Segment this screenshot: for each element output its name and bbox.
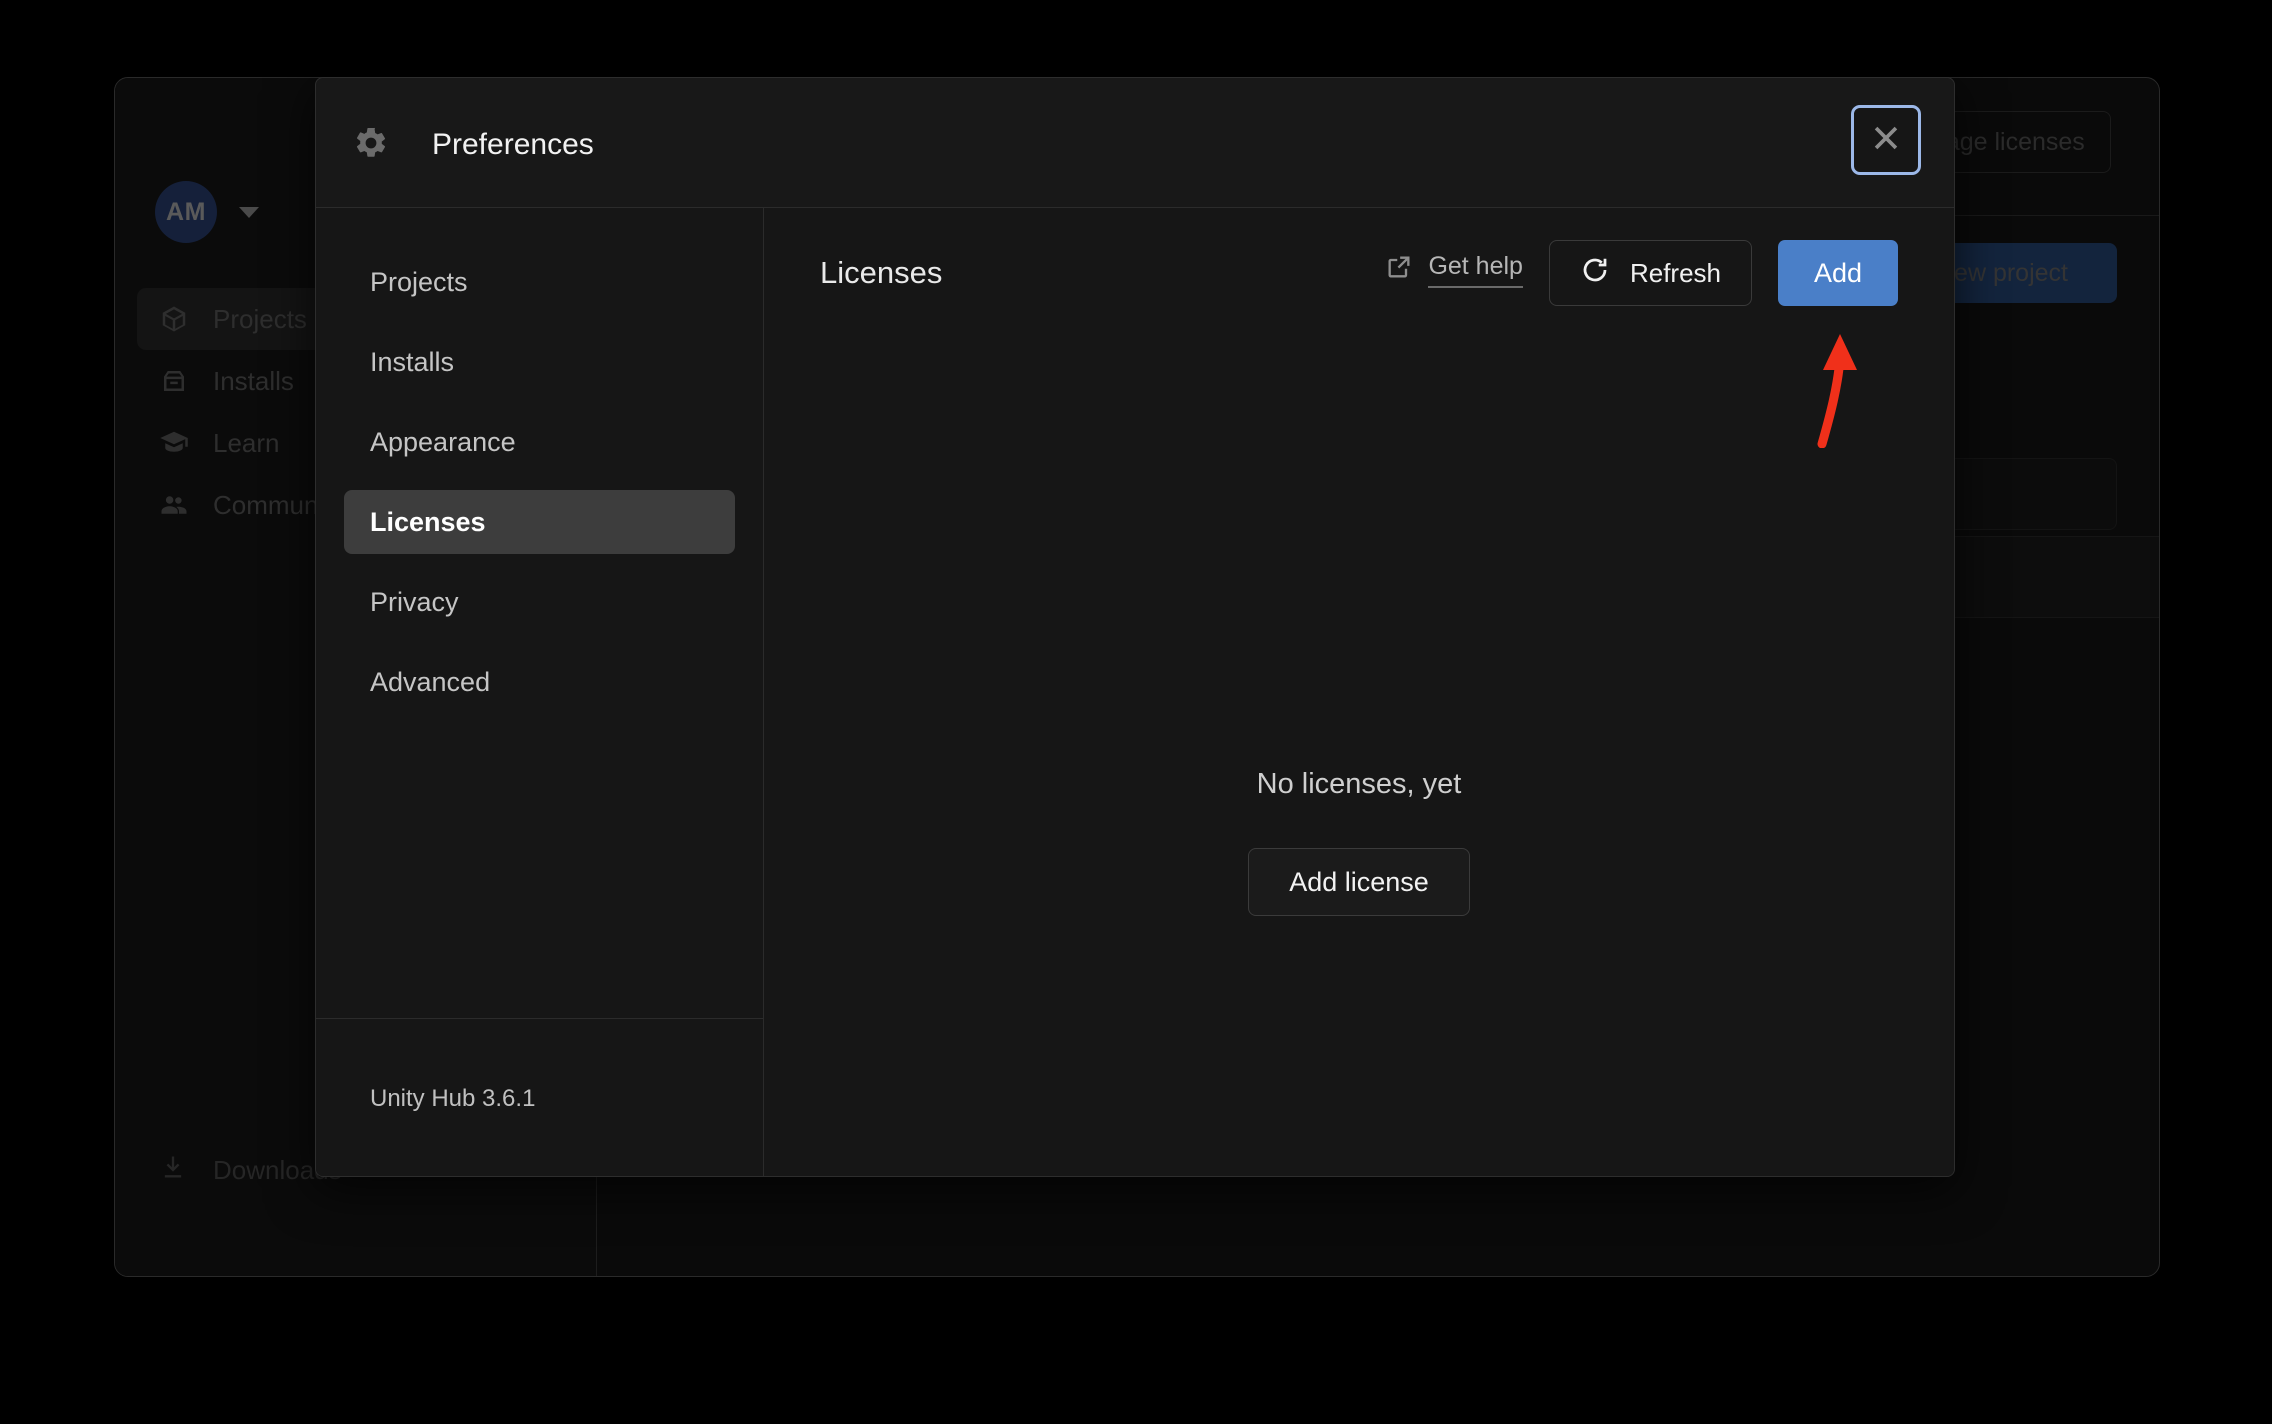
page-title: Licenses xyxy=(820,255,942,291)
graduation-cap-icon xyxy=(159,428,189,458)
download-icon xyxy=(159,1153,187,1188)
dialog-header: Preferences xyxy=(316,78,1954,208)
pref-tab-licenses[interactable]: Licenses xyxy=(344,490,735,554)
pref-tab-advanced[interactable]: Advanced xyxy=(344,650,735,714)
account-menu[interactable]: AM xyxy=(155,181,259,243)
preferences-dialog: Preferences Projects Installs Appearance… xyxy=(315,77,1955,1177)
licenses-empty-state: No licenses, yet Add license xyxy=(764,768,1954,916)
preferences-nav: Projects Installs Appearance Licenses Pr… xyxy=(316,208,763,1018)
pref-tab-installs[interactable]: Installs xyxy=(344,330,735,394)
empty-state-message: No licenses, yet xyxy=(1257,768,1462,801)
refresh-button[interactable]: Refresh xyxy=(1549,240,1752,306)
licenses-toolbar: Licenses Get help xyxy=(764,208,1954,338)
version-label: Unity Hub 3.6.1 xyxy=(316,1018,763,1177)
preferences-sidebar: Projects Installs Appearance Licenses Pr… xyxy=(316,208,764,1177)
box-icon xyxy=(159,366,189,396)
pref-tab-appearance[interactable]: Appearance xyxy=(344,410,735,474)
gear-icon xyxy=(353,125,389,161)
chevron-down-icon[interactable] xyxy=(239,207,259,218)
licenses-panel: Licenses Get help xyxy=(764,208,1954,1177)
refresh-label: Refresh xyxy=(1630,258,1721,289)
add-license-button[interactable]: Add license xyxy=(1248,848,1470,916)
pref-tab-privacy[interactable]: Privacy xyxy=(344,570,735,634)
cube-icon xyxy=(159,304,189,334)
avatar[interactable]: AM xyxy=(155,181,217,243)
sidebar-item-label: Projects xyxy=(213,304,307,335)
dialog-title: Preferences xyxy=(432,128,594,162)
close-dialog-button[interactable] xyxy=(1851,105,1921,175)
get-help-link[interactable]: Get help xyxy=(1385,252,1523,294)
add-button[interactable]: Add xyxy=(1778,240,1898,306)
toolbar-actions: Get help Refresh Add xyxy=(1385,240,1898,306)
get-help-label: Get help xyxy=(1428,252,1523,288)
refresh-icon xyxy=(1580,255,1610,292)
close-icon xyxy=(1869,121,1903,160)
pref-tab-projects[interactable]: Projects xyxy=(344,250,735,314)
external-link-icon xyxy=(1385,253,1413,288)
sidebar-item-label: Learn xyxy=(213,428,280,459)
people-icon xyxy=(159,490,189,520)
sidebar-item-label: Installs xyxy=(213,366,294,397)
dialog-body: Projects Installs Appearance Licenses Pr… xyxy=(316,208,1954,1177)
